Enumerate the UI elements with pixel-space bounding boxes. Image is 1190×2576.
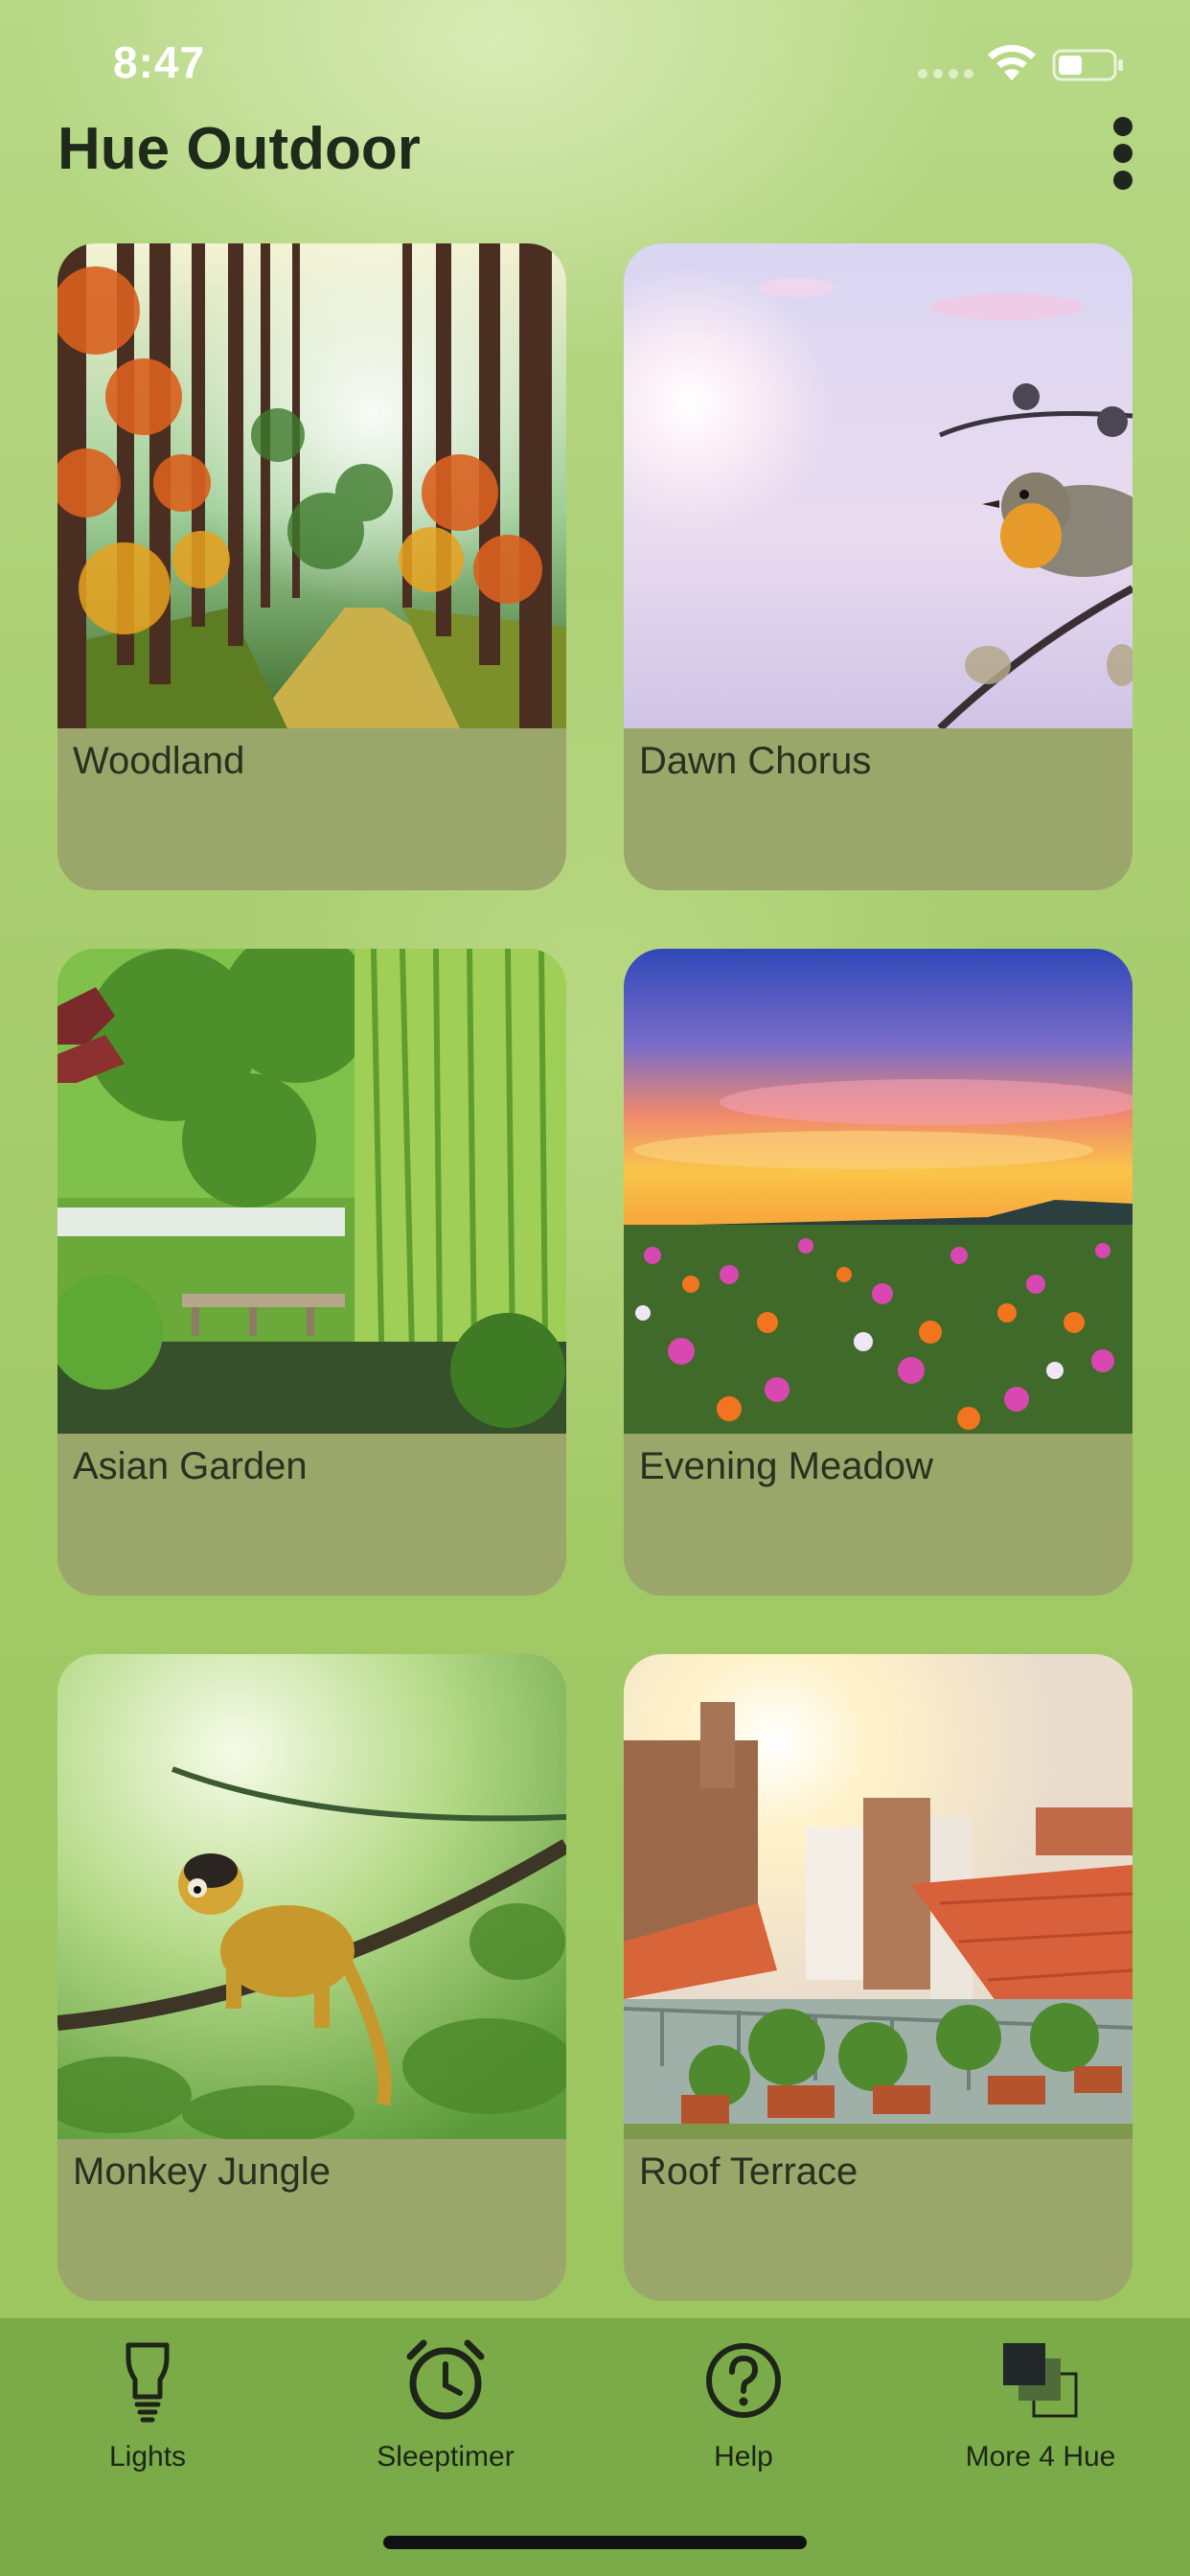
- stacked-squares-icon: [1003, 2343, 1078, 2418]
- battery-icon: [1052, 49, 1123, 81]
- scene-label: Evening Meadow: [639, 1445, 933, 1487]
- scene-card-asian-garden[interactable]: Asian Garden: [57, 949, 566, 1596]
- home-indicator[interactable]: [383, 2536, 807, 2549]
- wifi-icon: [988, 44, 1036, 80]
- tab-label: Sleeptimer: [377, 2441, 515, 2472]
- tab-label: Help: [714, 2441, 773, 2472]
- scene-label: Roof Terrace: [639, 2150, 858, 2193]
- monkey-image: [57, 1654, 566, 2139]
- scene-card-evening-meadow[interactable]: Evening Meadow: [624, 949, 1133, 1596]
- scene-label: Monkey Jungle: [73, 2150, 332, 2193]
- meadow-image: [624, 949, 1133, 1434]
- status-bar: 8:47: [0, 0, 1190, 125]
- robin-image: [624, 243, 1133, 728]
- tab-label: Lights: [108, 2441, 187, 2472]
- terrace-image: [624, 1654, 1133, 2139]
- help-circle-icon: [706, 2343, 781, 2418]
- scene-card-roof-terrace[interactable]: Roof Terrace: [624, 1654, 1133, 2301]
- tab-label: More 4 Hue: [965, 2441, 1116, 2472]
- scene-label: Asian Garden: [73, 1445, 308, 1487]
- forest-path-image: [57, 243, 566, 728]
- scene-card-woodland[interactable]: Woodland: [57, 243, 566, 890]
- lightbulb-icon: [126, 2342, 170, 2423]
- status-time: 8:47: [113, 37, 206, 87]
- garden-image: [57, 949, 566, 1434]
- tab-more-4-hue[interactable]: More 4 Hue: [926, 2337, 1156, 2500]
- tab-sleeptimer[interactable]: Sleeptimer: [331, 2337, 561, 2500]
- scene-card-monkey-jungle[interactable]: Monkey Jungle: [57, 1654, 566, 2301]
- alarm-clock-icon: [406, 2339, 485, 2420]
- scene-card-dawn-chorus[interactable]: Dawn Chorus: [624, 243, 1133, 890]
- page-title: Hue Outdoor: [57, 116, 421, 182]
- tab-lights[interactable]: Lights: [33, 2337, 263, 2500]
- scene-label: Woodland: [73, 740, 245, 782]
- tab-help[interactable]: Help: [629, 2337, 858, 2500]
- scene-label: Dawn Chorus: [639, 740, 872, 782]
- signal-icon: [918, 69, 973, 79]
- more-vertical-icon[interactable]: [1102, 113, 1144, 194]
